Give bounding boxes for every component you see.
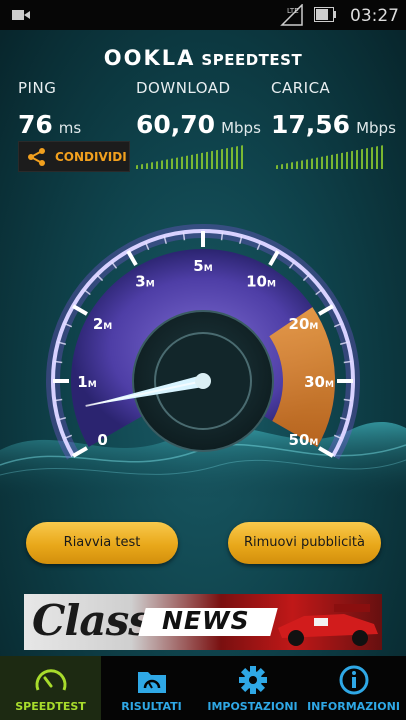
gear-icon (238, 666, 267, 694)
gauge-tick-unit: M (309, 438, 318, 448)
gauge-tick-number: 3 (135, 273, 145, 291)
restart-test-button[interactable]: Riavvia test (26, 522, 178, 564)
clock: 03:27 (350, 6, 399, 26)
ad-class-text: Class (32, 596, 152, 645)
speedtest-app: LTE 03:27 OOKLA SPEEDTEST PING DOWNLOAD C… (0, 0, 406, 720)
gauge-tick-unit: M (88, 380, 97, 390)
upload-value: 17,56 (271, 110, 351, 139)
gauge-tick-unit: M (325, 380, 334, 390)
bottom-tab-bar: SPEEDTEST RISULTATI IMPOSTAZIONI INFORMA… (0, 656, 406, 720)
race-car-image (278, 604, 378, 646)
download-value-group: 60,70 Mbps (136, 110, 261, 139)
gauge-needle-pivot (195, 373, 211, 389)
gauge-minor-tick (343, 398, 352, 402)
network-type: LTE (287, 7, 299, 15)
upload-label: CARICA (271, 79, 331, 97)
gauge-minor-tick (182, 232, 186, 241)
gauge-tick-number: 0 (97, 431, 107, 449)
tab-speedtest-label: SPEEDTEST (15, 700, 86, 713)
gauge-tick-number: 1 (77, 373, 87, 391)
gauge-tick-number: 2 (93, 315, 103, 333)
ping-label: PING (18, 79, 57, 97)
tab-speedtest[interactable]: SPEEDTEST (0, 656, 101, 720)
gauge-minor-tick (54, 360, 63, 364)
product-name: SPEEDTEST (201, 51, 303, 69)
share-button-label: CONDIVIDI (55, 149, 127, 164)
battery-icon (314, 7, 336, 22)
status-bar: LTE 03:27 (0, 0, 406, 30)
gauge-tick-number: 5 (193, 257, 203, 275)
remove-ads-button[interactable]: Rimuovi pubblicità (228, 522, 381, 564)
ad-banner[interactable]: Class NEWS (24, 594, 382, 650)
upload-unit: Mbps (356, 119, 396, 137)
tab-results-label: RISULTATI (121, 700, 182, 713)
gauge-tick-unit: M (146, 280, 155, 290)
video-camera-icon (12, 10, 30, 20)
ping-unit: ms (58, 119, 82, 137)
share-icon (28, 147, 45, 166)
share-button[interactable]: CONDIVIDI (18, 141, 130, 172)
gauge-tick-unit: M (204, 264, 213, 274)
gauge-tick-label: 0 (97, 431, 107, 449)
tab-settings-label: IMPOSTAZIONI (207, 700, 298, 713)
download-label: DOWNLOAD (136, 79, 231, 97)
download-value: 60,70 (136, 110, 216, 139)
brand-name: OOKLA (103, 46, 196, 70)
tab-info-label: INFORMAZIONI (307, 700, 400, 713)
signal-icon: LTE (280, 4, 303, 26)
gauge-tick-unit: M (309, 322, 318, 332)
upload-value-group: 17,56 Mbps (271, 110, 396, 139)
ping-value: 76 (18, 110, 53, 139)
gauge-tick-number: 30 (304, 373, 325, 391)
gauge-minor-tick (343, 360, 352, 364)
gauge-tick-unit: M (103, 322, 112, 332)
gauge-minor-tick (54, 398, 63, 402)
download-speed-graph (136, 145, 244, 169)
upload-speed-graph (276, 145, 384, 169)
tab-results[interactable]: RISULTATI (101, 656, 202, 720)
download-unit: Mbps (221, 119, 261, 137)
speedometer-icon (35, 669, 66, 691)
info-icon (339, 665, 368, 695)
ookla-logo: OOKLA SPEEDTEST (0, 46, 406, 70)
gauge-tick-unit: M (267, 280, 276, 290)
gauge-tick-number: 20 (289, 315, 310, 333)
ad-news-text: NEWS (162, 606, 250, 635)
speed-gauge: 01M2M3M5M10M20M30M50M (46, 224, 360, 460)
tab-info[interactable]: INFORMAZIONI (303, 656, 404, 720)
ping-value-group: 76 ms (18, 110, 81, 139)
gauge-tick-number: 50 (289, 431, 310, 449)
folder-icon (137, 672, 166, 693)
gauge-tick-number: 10 (246, 273, 267, 291)
tab-settings[interactable]: IMPOSTAZIONI (202, 656, 303, 720)
gauge-minor-tick (220, 232, 224, 241)
